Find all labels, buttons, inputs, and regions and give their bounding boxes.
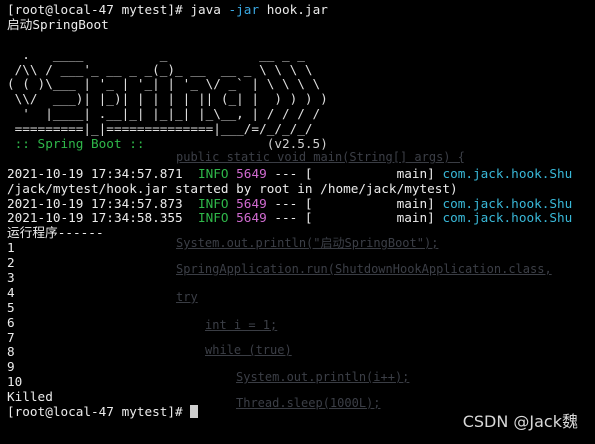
spring-banner-line: ' |____| .__|_| |_|_| |_\__, | / / / /	[7, 107, 321, 122]
spring-banner-line: . ____ _ __ _ _	[7, 47, 305, 62]
terminal-output: [root@local-47 mytest]# java -jar hook.j…	[7, 3, 595, 420]
csdn-watermark: CSDN @Jack魏	[462, 412, 578, 431]
log-time: 2021-10-19 17:34:57.871	[7, 166, 183, 181]
log-pid: 5649	[236, 166, 267, 181]
count-line: 8	[7, 345, 15, 360]
log-logger: com.jack.hook.Shu	[442, 196, 573, 211]
log-time: 2021-10-19 17:34:58.355	[7, 211, 183, 226]
spring-boot-label: :: Spring Boot ::	[7, 137, 153, 152]
text-cursor	[190, 405, 199, 419]
command-argument: hook.jar	[266, 3, 328, 17]
count-line: 5	[7, 300, 15, 315]
log-line: 2021-10-19 17:34:58.355 INFO 5649 --- [ …	[7, 211, 595, 226]
log-logger: com.jack.hook.Shu	[442, 166, 573, 181]
spring-banner-line: ( ( )\___ | '_ | '_| | '_ \/ _` | \ \ \ …	[7, 77, 321, 92]
count-line: 2	[7, 256, 15, 271]
command-flag: -jar	[228, 3, 260, 17]
shell-prompt: [root@local-47 mytest]#	[7, 405, 191, 420]
log-separator: --- [	[274, 211, 313, 226]
log-logger: com.jack.hook.Shu	[442, 211, 573, 226]
count-line: 7	[7, 330, 15, 345]
log-pid: 5649	[236, 211, 267, 226]
command-java: java	[190, 3, 221, 17]
spring-banner-line: =========|_|==============|___/=/_/_/_/	[7, 122, 313, 137]
log-level: INFO	[197, 211, 229, 226]
log-separator: --- [	[274, 166, 313, 181]
log-level: INFO	[197, 166, 229, 181]
count-line: 3	[7, 271, 15, 286]
spring-banner-line: \\/ ___)| |_)| | | | | || (_| | ) ) ) )	[7, 92, 328, 107]
spring-banner-line: /\\ / ___'_ __ _ _(_)_ __ __ _ \ \ \ \	[7, 62, 313, 77]
log-thread: main]	[312, 196, 435, 211]
startup-message: 启动SpringBoot	[7, 17, 109, 32]
count-line: 6	[7, 315, 15, 330]
count-line: 4	[7, 285, 15, 300]
log-time: 2021-10-19 17:34:57.873	[7, 196, 183, 211]
spring-boot-version-line: :: Spring Boot :: (v2.5.5)	[7, 137, 595, 152]
log-line: 2021-10-19 17:34:57.873 INFO 5649 --- [ …	[7, 197, 595, 212]
spring-boot-version: (v2.5.5)	[266, 137, 328, 152]
count-line: 1	[7, 241, 15, 256]
log-separator: --- [	[274, 196, 313, 211]
shell-prompt: [root@local-47 mytest]#	[7, 3, 191, 17]
count-line: 10	[7, 375, 23, 390]
run-message: 运行程序------	[7, 226, 104, 241]
log-thread: main]	[312, 166, 435, 181]
killed-message: Killed	[7, 390, 53, 405]
command-line: [root@local-47 mytest]# java -jar hook.j…	[7, 3, 595, 18]
log-thread: main]	[312, 211, 435, 226]
log-level: INFO	[197, 196, 229, 211]
log-line: 2021-10-19 17:34:57.871 INFO 5649 --- [ …	[7, 167, 595, 182]
count-line: 9	[7, 360, 15, 375]
started-line: /jack/mytest/hook.jar started by root in…	[7, 181, 458, 196]
log-pid: 5649	[236, 196, 267, 211]
terminal-window[interactable]: public static void main(String[] args) {…	[0, 0, 595, 444]
